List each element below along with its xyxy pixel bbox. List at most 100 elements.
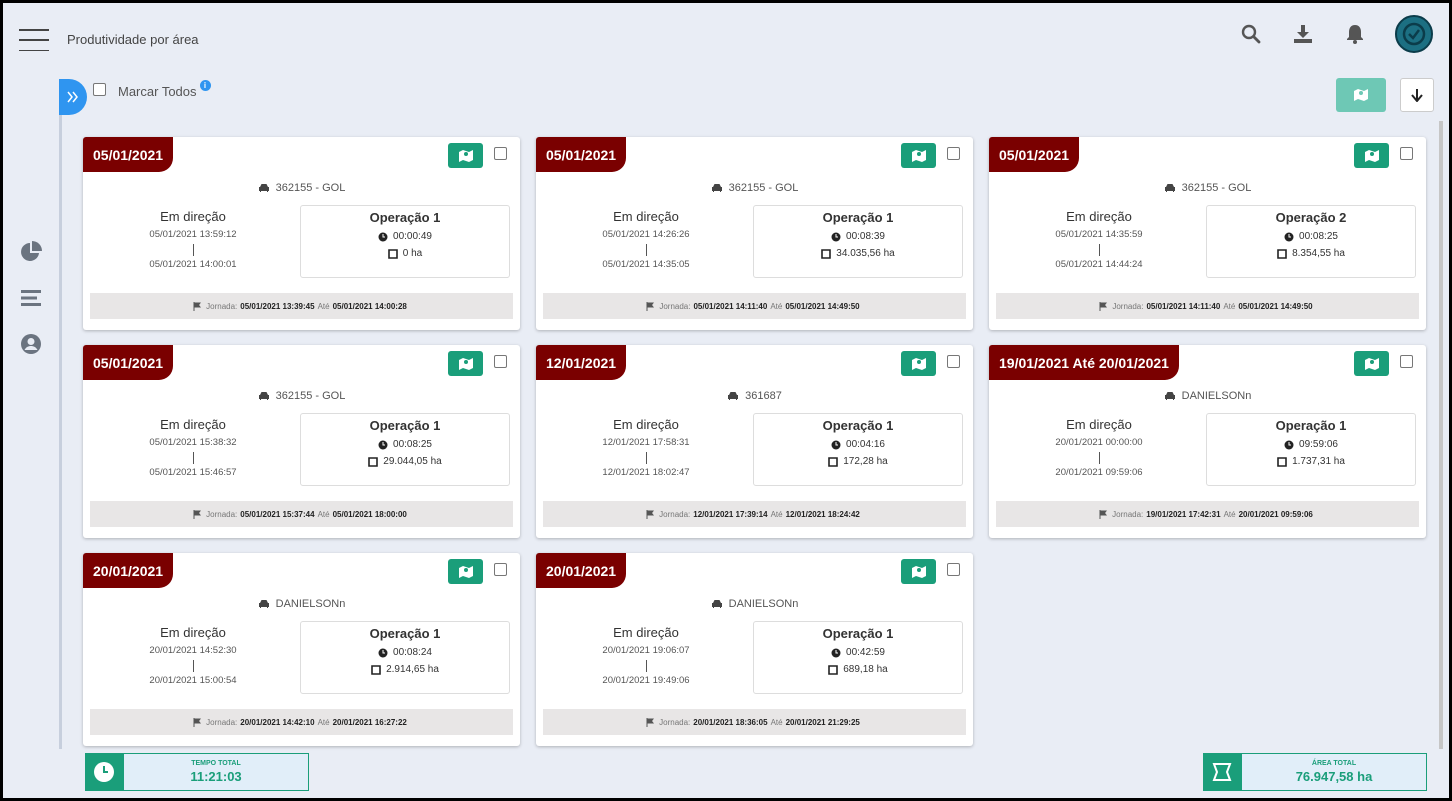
start-time: 20/01/2021 14:52:30 [149,645,237,656]
operation-box: Operação 1 00:08:25 29.044,05 ha [300,413,510,486]
card-checkbox[interactable] [947,563,960,576]
card-footer: Jornada: 19/01/2021 17:42:31 Até 20/01/2021… [996,501,1419,527]
end-time: 20/01/2021 09:59:06 [1055,467,1143,478]
total-time-label: TEMPO TOTAL [191,760,241,767]
footer-end: 05/01/2021 14:49:50 [1238,301,1313,311]
flag-icon [193,301,202,311]
total-area: ÁREA TOTAL 76.947,58 ha [1203,753,1427,791]
search-icon[interactable] [1239,22,1263,46]
duration-value: 00:08:25 [1299,231,1338,242]
card-vehicle: 362155 - GOL [83,182,520,194]
area-value: 2.914,65 ha [386,664,439,675]
status-label: Em direção [160,209,226,224]
map-icon [458,565,473,578]
card-checkbox[interactable] [494,147,507,160]
list-icon[interactable] [20,287,42,309]
end-time: 12/01/2021 18:02:47 [602,467,690,478]
card-map-button[interactable] [901,143,936,168]
card-6: 20/01/2021 DANIELSONn Em direção 20/01/2… [83,553,520,746]
footer-end: 05/01/2021 14:49:50 [785,301,860,311]
card-map-button[interactable] [448,143,483,168]
total-time: TEMPO TOTAL 11:21:03 [85,753,309,791]
footer-start: 05/01/2021 13:39:45 [240,301,315,311]
separator [1098,452,1100,464]
bell-icon[interactable] [1343,22,1367,46]
footer-label: Jornada: [659,717,691,727]
operation-title: Operação 1 [822,626,894,641]
sidebar [3,79,61,749]
menu-icon[interactable] [19,29,49,51]
area-icon [1203,753,1241,791]
map-icon [1354,89,1368,101]
card-map-button[interactable] [901,351,936,376]
footer-label: Jornada: [206,301,238,311]
card-4: 12/01/2021 361687 Em direção 12/01/2021 … [536,345,973,538]
clock-icon [831,440,841,449]
card-checkbox[interactable] [1400,147,1413,160]
user-icon[interactable] [20,333,42,355]
car-icon [1164,391,1176,401]
car-icon [727,391,739,401]
end-time: 20/01/2021 19:49:06 [602,675,690,686]
area-icon [1277,456,1287,467]
card-map-button[interactable] [448,351,483,376]
separator [645,244,647,256]
card-footer: Jornada: 05/01/2021 14:11:40 Até 05/01/2021… [996,293,1419,319]
car-icon [258,391,270,401]
footer-until: Até [1223,301,1236,311]
area-row: 29.044,05 ha [301,456,509,467]
duration-value: 09:59:06 [1299,439,1338,450]
area-row: 689,18 ha [754,664,962,675]
card-checkbox[interactable] [494,355,507,368]
card-map-button[interactable] [448,559,483,584]
duration-value: 00:42:59 [846,647,885,658]
footer-start: 05/01/2021 15:37:44 [240,509,315,519]
card-checkbox[interactable] [947,355,960,368]
footer-until: Até [317,509,330,519]
area-value: 34.035,56 ha [836,248,895,259]
map-all-button[interactable] [1336,78,1386,112]
footer-until: Até [770,301,783,311]
status-label: Em direção [613,625,679,640]
footer-end: 20/01/2021 09:59:06 [1238,509,1313,519]
pie-chart-icon[interactable] [20,241,42,263]
footer-end: 05/01/2021 14:00:28 [332,301,407,311]
footer-until: Até [770,717,783,727]
status-label: Em direção [613,209,679,224]
card-date: 12/01/2021 [536,345,627,380]
card-date: 05/01/2021 [989,137,1080,172]
operation-title: Operação 1 [369,210,441,225]
card-vehicle: DANIELSONn [989,390,1426,402]
card-map-button[interactable] [901,559,936,584]
map-icon [911,565,926,578]
content-border [59,81,62,749]
area-icon [828,664,839,675]
avatar[interactable] [1395,15,1433,53]
download-icon[interactable] [1291,22,1315,46]
card-status: Em direção 05/01/2021 14:35:59 05/01/202… [1009,209,1189,270]
card-5: 19/01/2021 Até 20/01/2021 DANIELSONn Em … [989,345,1426,538]
status-label: Em direção [613,417,679,432]
duration-row: 00:08:24 [301,647,509,658]
card-checkbox[interactable] [494,563,507,576]
mark-all-checkbox[interactable] [93,83,106,96]
expand-button[interactable] [59,79,87,115]
vehicle-label: DANIELSONn [1181,390,1252,402]
card-3: 05/01/2021 362155 - GOL Em direção 05/01… [83,345,520,538]
footer-start: 19/01/2021 17:42:31 [1146,509,1221,519]
top-bar: Produtividade por área [3,3,1449,79]
info-icon[interactable]: i [199,80,211,91]
footer-label: Jornada: [1112,301,1144,311]
vehicle-label: 362155 - GOL [728,182,799,194]
card-checkbox[interactable] [1400,355,1413,368]
sort-down-button[interactable] [1400,78,1434,112]
card-date: 20/01/2021 [83,553,174,588]
scrollbar[interactable] [1439,121,1443,749]
card-map-button[interactable] [1354,351,1389,376]
clock-icon [831,232,841,241]
operation-title: Operação 1 [1275,418,1347,433]
card-status: Em direção 20/01/2021 14:52:30 20/01/202… [103,625,283,686]
card-map-button[interactable] [1354,143,1389,168]
card-checkbox[interactable] [947,147,960,160]
total-time-value: 11:21:03 [190,769,242,784]
